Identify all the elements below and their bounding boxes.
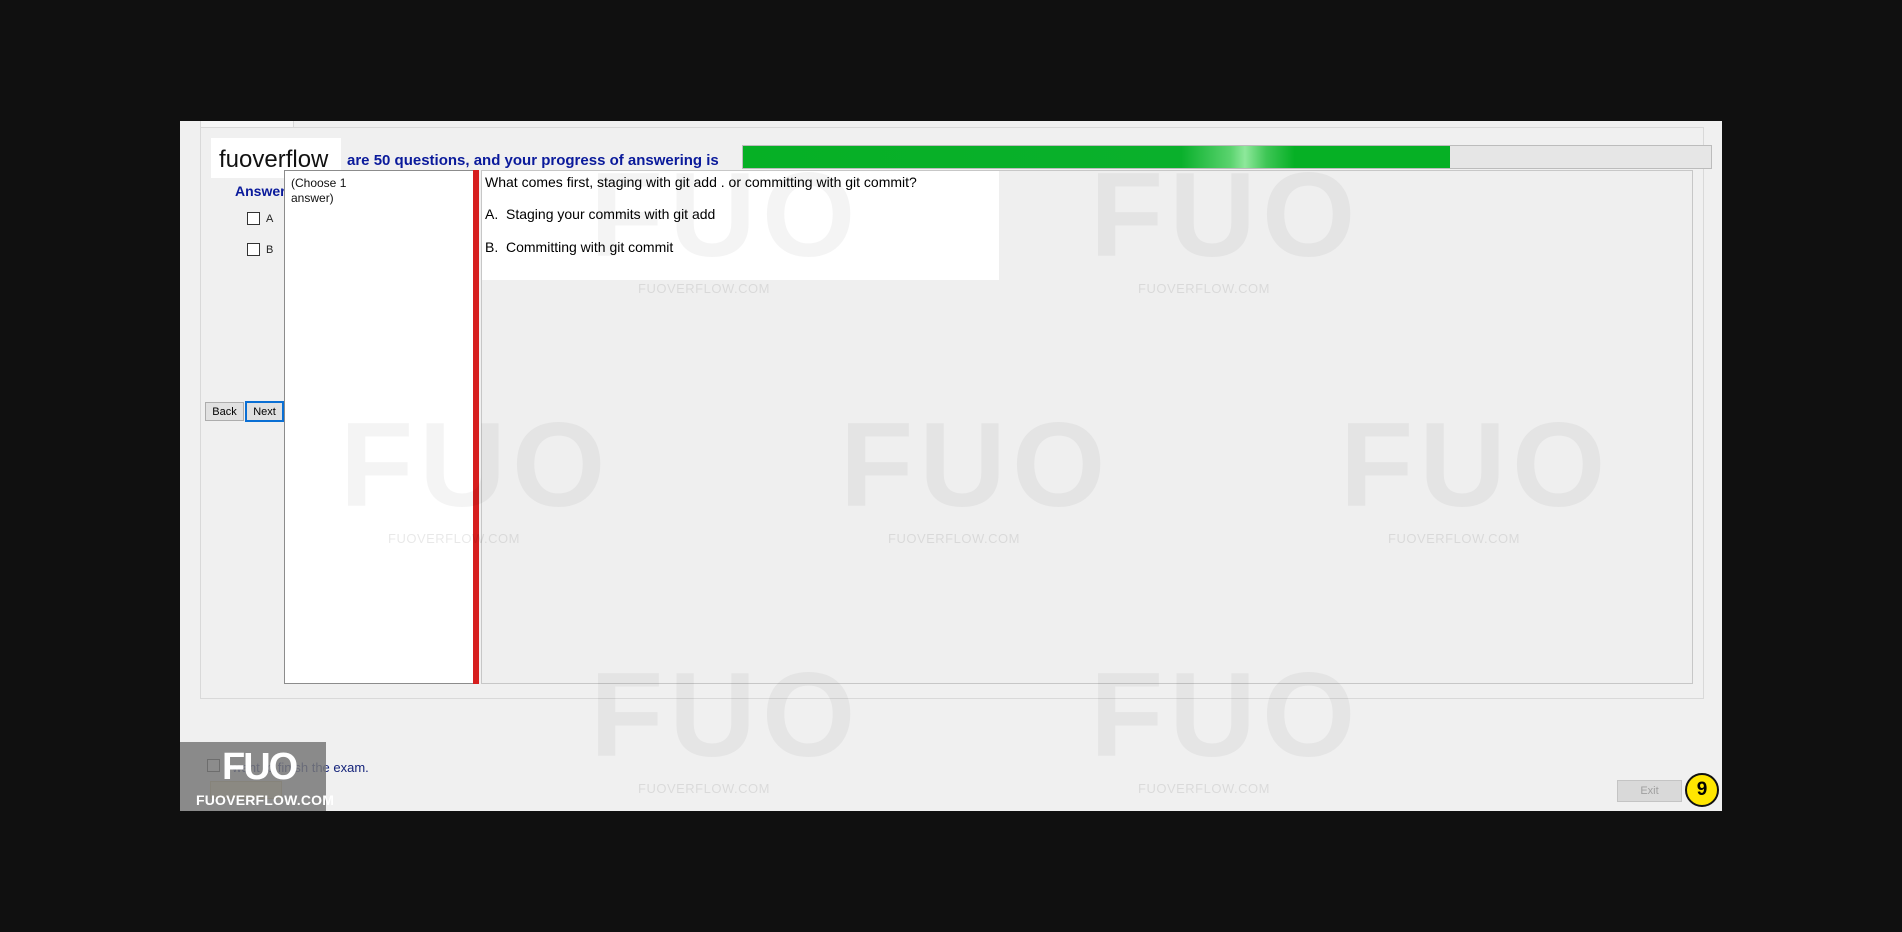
brand-logo-text: FUOVERFLOW.COM — [196, 792, 335, 808]
progress-label: are 50 questions, and your progress of a… — [347, 152, 719, 169]
progress-bar — [742, 145, 1712, 169]
brand-logo-mark: FUO — [222, 746, 298, 788]
question-option-letter: B. — [485, 239, 499, 255]
instruction-box: (Choose 1 answer) — [284, 170, 474, 684]
next-button[interactable]: Next — [245, 401, 284, 422]
answer-heading: Answer — [235, 183, 286, 199]
exit-button[interactable]: Exit — [1617, 780, 1682, 802]
answer-checkbox-a[interactable] — [247, 212, 260, 225]
brand-badge: FUO FUOVERFLOW.COM — [180, 742, 334, 811]
answer-option-label: A — [266, 212, 274, 225]
exam-panel: fuoverflow are 50 questions, and your pr… — [200, 127, 1712, 699]
answer-option-b[interactable]: B — [247, 243, 273, 256]
panel-divider — [473, 170, 479, 684]
question-option-text: Committing with git commit — [506, 239, 674, 255]
question-option-text: Staging your commits with git add — [506, 206, 716, 222]
answer-checkbox-b[interactable] — [247, 243, 260, 256]
exam-window: fuoverflow are 50 questions, and your pr… — [180, 121, 1722, 811]
progress-bar-fill — [743, 146, 1450, 168]
answer-option-a[interactable]: A — [247, 212, 273, 225]
question-card: What comes first, staging with git add .… — [482, 171, 999, 280]
question-area: What comes first, staging with git add .… — [481, 170, 1693, 684]
question-option-letter: A. — [485, 206, 499, 222]
question-option-a: A. Staging your commits with git add — [485, 206, 715, 222]
instruction-text: (Choose 1 answer) — [291, 176, 347, 205]
answer-option-label: B — [266, 243, 274, 256]
question-option-b: B. Committing with git commit — [485, 239, 673, 255]
question-text: What comes first, staging with git add .… — [485, 174, 917, 190]
watermark-caption: FUOVERFLOW.COM — [1138, 781, 1270, 796]
watermark-caption: FUOVERFLOW.COM — [638, 781, 770, 796]
back-button[interactable]: Back — [205, 402, 244, 421]
counter-badge: 9 — [1685, 773, 1719, 807]
